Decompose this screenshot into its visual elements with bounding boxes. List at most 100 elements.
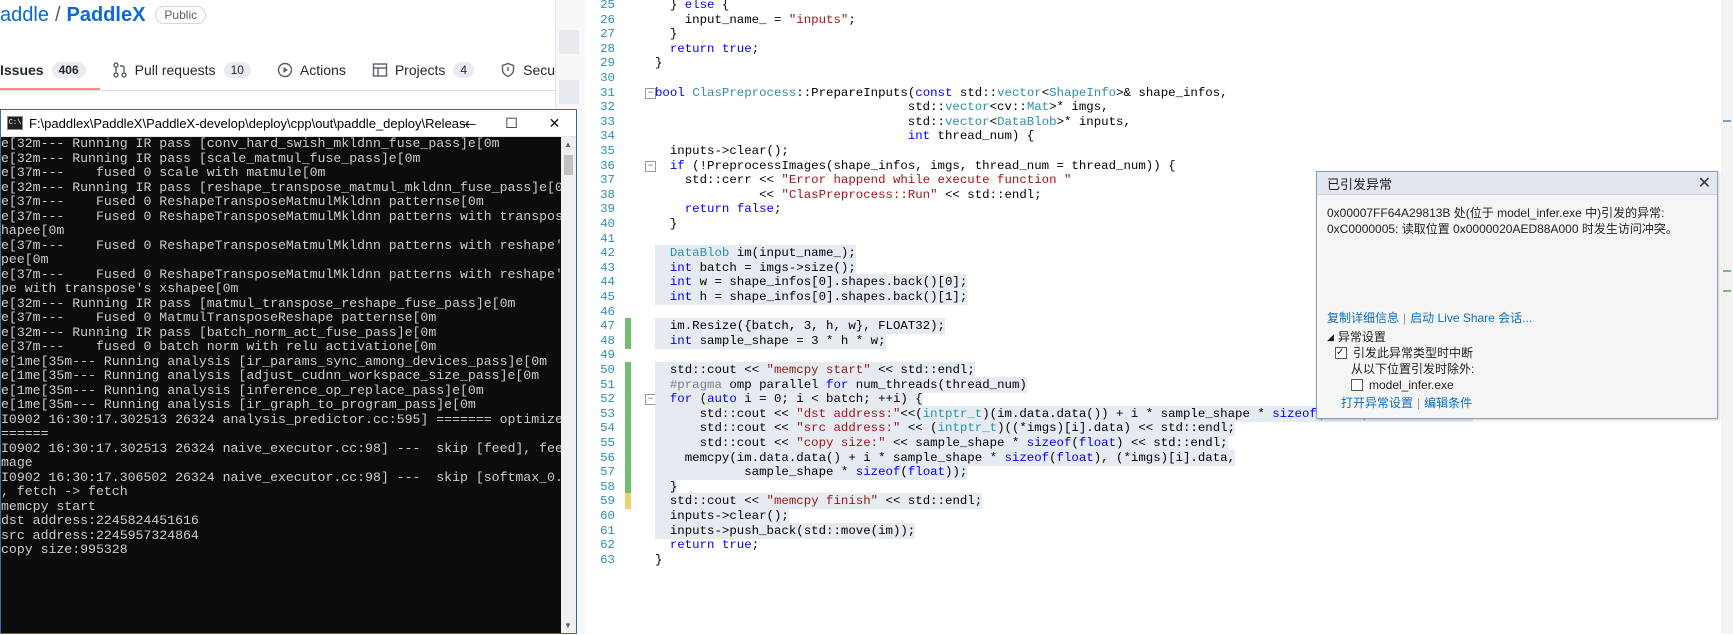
strip-block bbox=[559, 80, 579, 104]
line-number: 29 bbox=[600, 56, 615, 71]
line-number: 37 bbox=[600, 173, 615, 188]
code-line[interactable]: 35 inputs->clear(); bbox=[585, 143, 1715, 159]
tab-actions[interactable]: Actions bbox=[277, 62, 346, 78]
line-number: 26 bbox=[600, 12, 615, 27]
minimize-icon[interactable]: — bbox=[447, 110, 490, 136]
editor-vertical-scrollbar[interactable] bbox=[1721, 0, 1733, 634]
console-line: e[1me[35m--- Running analysis [inference… bbox=[1, 382, 484, 398]
copy-details-link[interactable]: 复制详细信息 bbox=[1327, 311, 1399, 325]
console-line: dst address:2245824451616 bbox=[1, 513, 199, 528]
code-text: bool ClasPreprocess::PrepareInputs(const… bbox=[655, 85, 1228, 100]
console-scrollbar[interactable]: ▲ ▼ bbox=[561, 137, 576, 633]
scroll-down-icon[interactable]: ▼ bbox=[564, 621, 572, 630]
line-number: 52 bbox=[600, 392, 615, 407]
tab-actions-label: Actions bbox=[299, 62, 346, 78]
tab-security[interactable]: Secur bbox=[500, 62, 560, 78]
code-line[interactable]: 32 std::vector<cv::Mat>* imgs, bbox=[585, 99, 1715, 115]
line-number: 33 bbox=[600, 114, 615, 129]
console-app-icon: C:\ bbox=[7, 116, 23, 130]
code-line[interactable]: 61 inputs->push_back(std::move(im)); bbox=[585, 522, 1715, 539]
code-line[interactable]: 26 input_name_ = "inputs"; bbox=[585, 12, 1715, 28]
change-indicator bbox=[625, 376, 631, 393]
code-text: << "ClasPreprocess::Run" << std::endl; bbox=[655, 187, 1042, 202]
code-text: #pragma omp parallel for num_threads(thr… bbox=[655, 376, 1027, 393]
code-text: int thread_num) { bbox=[907, 129, 1035, 144]
code-text: if (!PreprocessImages(shape_infos, imgs,… bbox=[669, 158, 1176, 173]
change-indicator bbox=[625, 332, 631, 349]
line-number: 41 bbox=[600, 231, 615, 246]
code-line[interactable]: 31− bool ClasPreprocess::PrepareInputs(co… bbox=[585, 85, 1715, 101]
console-line: e[32m--- Running IR pass [conv_hard_swis… bbox=[1, 137, 500, 151]
code-text: int h = shape_infos[0].shapes.back()[1]; bbox=[655, 289, 968, 305]
repo-tabs: Issues 406 Pull requests 10 Actions Proj… bbox=[0, 55, 586, 85]
close-icon[interactable]: ✕ bbox=[533, 110, 576, 136]
open-exception-settings-link[interactable]: 打开异常设置 bbox=[1341, 396, 1413, 410]
tab-issues-label: Issues bbox=[0, 62, 44, 78]
close-icon[interactable]: ✕ bbox=[1698, 173, 1711, 193]
scrollbar-thumb[interactable] bbox=[564, 155, 573, 175]
code-line[interactable]: 56 memcpy(im.data.data() + i * sample_sh… bbox=[585, 449, 1715, 466]
line-number: 39 bbox=[600, 202, 615, 217]
scroll-up-icon[interactable]: ▲ bbox=[564, 140, 572, 149]
module-row[interactable]: model_infer.exe bbox=[1327, 377, 1474, 393]
code-line[interactable]: 59 std::cout << "memcpy finish" << std::… bbox=[585, 493, 1715, 510]
tab-pull-requests[interactable]: Pull requests 10 bbox=[112, 62, 251, 78]
edit-conditions-link[interactable]: 编辑条件 bbox=[1424, 396, 1472, 410]
code-line[interactable]: 63} bbox=[585, 552, 1715, 568]
break-on-type-checkbox[interactable] bbox=[1335, 345, 1347, 361]
code-line[interactable]: 58 } bbox=[585, 478, 1715, 495]
link-divider: | bbox=[1417, 396, 1421, 410]
repo-name-link[interactable]: PaddleX bbox=[67, 4, 146, 27]
repo-owner-link[interactable]: addle bbox=[0, 4, 49, 27]
collapse-triangle-icon[interactable]: ◢ bbox=[1327, 329, 1334, 345]
code-line[interactable]: 33 std::vector<DataBlob>* inputs, bbox=[585, 114, 1715, 130]
code-line[interactable]: 28 return true; bbox=[585, 41, 1715, 57]
code-text: im.Resize({batch, 3, h, w}, FLOAT32); bbox=[655, 318, 945, 335]
exception-settings-header[interactable]: ◢ 异常设置 bbox=[1327, 329, 1474, 345]
code-text: } bbox=[655, 478, 678, 495]
code-text: return true; bbox=[669, 538, 760, 553]
module-checkbox[interactable] bbox=[1351, 379, 1363, 391]
line-number: 54 bbox=[600, 421, 615, 436]
code-text: inputs->clear(); bbox=[655, 508, 789, 524]
console-titlebar[interactable]: C:\ F:\paddlex\PaddleX\PaddleX-develop\d… bbox=[1, 110, 576, 137]
line-number: 44 bbox=[600, 275, 615, 290]
console-title: F:\paddlex\PaddleX\PaddleX-develop\deplo… bbox=[29, 115, 469, 131]
code-line[interactable]: 34 int thread_num) { bbox=[585, 128, 1715, 144]
code-line[interactable]: 54 std::cout << "src address:" << (intpt… bbox=[585, 420, 1715, 437]
console-line: e[32m--- Running IR pass [batch_norm_act… bbox=[1, 324, 437, 340]
code-line[interactable]: 57 sample_shape * sizeof(float)); bbox=[585, 464, 1715, 481]
exception-message: 0x00007FF64A29813B 处(位于 model_infer.exe … bbox=[1317, 195, 1717, 237]
change-indicator bbox=[625, 318, 631, 335]
tab-projects[interactable]: Projects 4 bbox=[372, 62, 475, 78]
shield-icon bbox=[501, 62, 515, 78]
tab-projects-count: 4 bbox=[453, 62, 475, 78]
code-text: std::cout << "memcpy finish" << std::end… bbox=[655, 493, 983, 510]
code-text: memcpy(im.data.data() + i * sample_shape… bbox=[655, 449, 1236, 466]
code-text: } bbox=[655, 56, 663, 71]
console-line: e[1me[35m--- Running analysis [ir_graph_… bbox=[1, 397, 476, 412]
code-line[interactable]: 27 } bbox=[585, 26, 1715, 42]
break-on-type-row[interactable]: 引发此异常类型时中断 bbox=[1327, 345, 1474, 361]
line-number: 47 bbox=[600, 319, 615, 334]
tab-issues-count: 406 bbox=[51, 62, 86, 78]
code-line[interactable]: 55 std::cout << "copy size:" << sample_s… bbox=[585, 435, 1715, 451]
code-line[interactable]: 29} bbox=[585, 55, 1715, 71]
code-line[interactable]: 62 return true; bbox=[585, 537, 1715, 553]
live-share-link[interactable]: 启动 Live Share 会话... bbox=[1410, 311, 1532, 325]
console-window[interactable]: C:\ F:\paddlex\PaddleX\PaddleX-develop\d… bbox=[0, 109, 577, 634]
code-text: DataBlob im(input_name_); bbox=[655, 245, 856, 262]
maximize-icon[interactable]: ☐ bbox=[490, 110, 533, 136]
change-indicator bbox=[625, 391, 631, 408]
tab-issues[interactable]: Issues 406 bbox=[0, 62, 86, 78]
code-line[interactable]: 30 bbox=[585, 70, 1715, 86]
line-number: 63 bbox=[600, 552, 615, 567]
tabs-divider bbox=[0, 90, 560, 91]
break-on-type-label: 引发此异常类型时中断 bbox=[1353, 346, 1474, 360]
console-line: e[1me[35m--- Running analysis [ir_params… bbox=[1, 353, 548, 369]
code-line[interactable]: 60 inputs->clear(); bbox=[585, 508, 1715, 524]
except-from-row: 从以下位置引发时除外: bbox=[1327, 361, 1474, 377]
change-indicator bbox=[625, 435, 631, 451]
change-indicator bbox=[625, 420, 631, 437]
line-number: 30 bbox=[600, 71, 615, 85]
